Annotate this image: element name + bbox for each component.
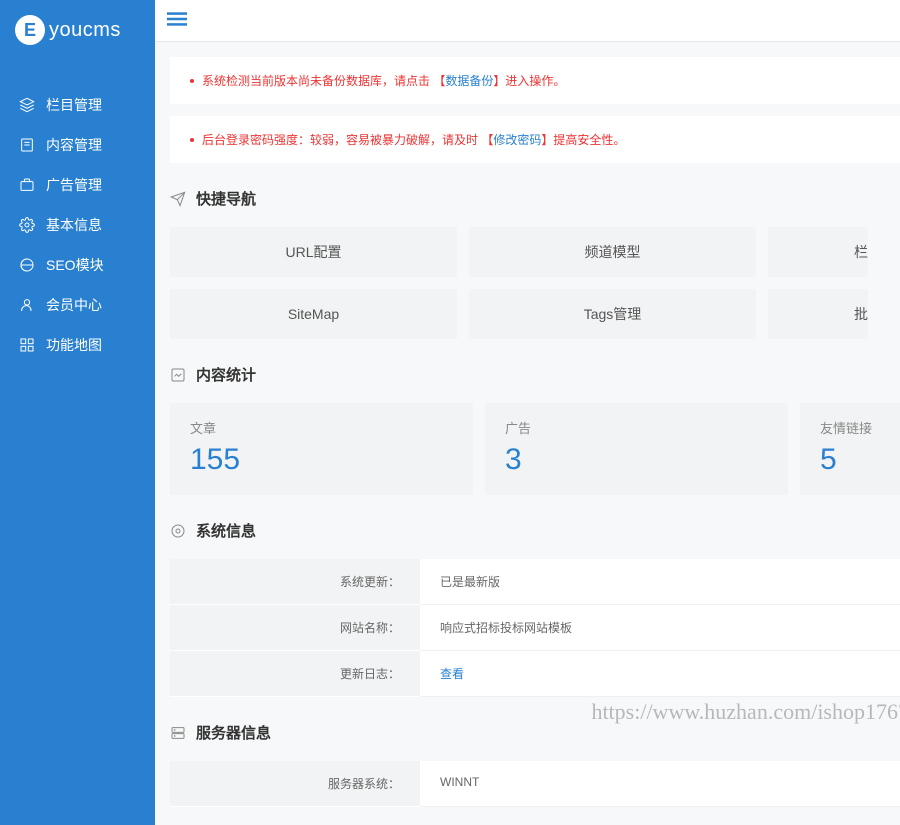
- gear-icon: [18, 217, 36, 233]
- sidebar-item-ads[interactable]: 广告管理: [0, 165, 155, 205]
- nav-label: 栏目管理: [46, 95, 102, 115]
- nav-label: 功能地图: [46, 335, 102, 355]
- quicknav-tags[interactable]: Tags管理: [469, 289, 756, 339]
- user-icon: [18, 297, 36, 313]
- hamburger-icon[interactable]: [167, 9, 187, 32]
- section-quicknav: 快捷导航 URL配置 频道模型 栏 SiteMap Tags管理 批: [170, 188, 900, 339]
- nav-label: 会员中心: [46, 295, 102, 315]
- layers-icon: [18, 97, 36, 113]
- stat-label: 友情链接: [820, 418, 880, 437]
- nav-label: 基本信息: [46, 215, 102, 235]
- sidebar: E youcms 栏目管理 内容管理 广告管理 基本信息: [0, 0, 155, 825]
- brand-name: youcms: [49, 19, 121, 42]
- section-title: 系统信息: [196, 520, 256, 541]
- alert-link-backup[interactable]: 数据备份: [445, 74, 493, 88]
- alert-text: 后台登录密码强度：较弱，容易被暴力破解，请及时 【: [202, 133, 493, 147]
- section-sysinfo: 系统信息 系统更新： 已是最新版 网站名称： 响应式招标投标网站模板 更新日志：…: [170, 520, 900, 697]
- briefcase-icon: [18, 177, 36, 193]
- bullet-icon: [190, 79, 194, 83]
- info-row: 系统更新： 已是最新版: [170, 559, 900, 605]
- info-value: WINNT: [420, 761, 900, 807]
- settings-icon: [170, 522, 188, 540]
- alert-backup: 系统检测当前版本尚未备份数据库，请点击 【数据备份】进入操作。: [170, 57, 900, 104]
- alert-text: 】进入操作。: [493, 74, 565, 88]
- info-label: 系统更新：: [170, 559, 420, 605]
- sidebar-item-members[interactable]: 会员中心: [0, 285, 155, 325]
- sidebar-item-content[interactable]: 内容管理: [0, 125, 155, 165]
- stat-card-ads[interactable]: 广告 3: [485, 403, 788, 495]
- sidebar-item-columns[interactable]: 栏目管理: [0, 85, 155, 125]
- section-title: 快捷导航: [196, 188, 256, 209]
- info-row: 更新日志： 查看: [170, 651, 900, 697]
- target-icon: [18, 257, 36, 273]
- chart-icon: [170, 366, 188, 384]
- stat-label: 广告: [505, 418, 768, 437]
- nav-label: 广告管理: [46, 175, 102, 195]
- info-value: 响应式招标投标网站模板: [420, 605, 900, 651]
- send-icon: [170, 190, 188, 208]
- section-serverinfo: 服务器信息 服务器系统： WINNT: [170, 722, 900, 807]
- info-label: 更新日志：: [170, 651, 420, 697]
- quicknav-sitemap[interactable]: SiteMap: [170, 289, 457, 339]
- nav-label: SEO模块: [46, 255, 104, 275]
- section-title: 内容统计: [196, 364, 256, 385]
- quicknav-item-partial[interactable]: 栏: [768, 227, 868, 277]
- alert-text: 系统检测当前版本尚未备份数据库，请点击 【: [202, 74, 445, 88]
- quicknav-url-config[interactable]: URL配置: [170, 227, 457, 277]
- alert-password: 后台登录密码强度：较弱，容易被暴力破解，请及时 【修改密码】提高安全性。: [170, 116, 900, 163]
- info-label: 服务器系统：: [170, 761, 420, 807]
- info-row: 服务器系统： WINNT: [170, 761, 900, 807]
- stat-value: 155: [190, 443, 453, 477]
- alert-link-password[interactable]: 修改密码: [493, 133, 541, 147]
- grid-icon: [18, 337, 36, 353]
- main-content: 系统检测当前版本尚未备份数据库，请点击 【数据备份】进入操作。 后台登录密码强度…: [155, 0, 900, 825]
- bullet-icon: [190, 138, 194, 142]
- sidebar-nav: 栏目管理 内容管理 广告管理 基本信息 SEO模块 会员中心: [0, 65, 155, 365]
- info-value: 已是最新版: [420, 559, 900, 605]
- server-icon: [170, 724, 188, 742]
- section-title: 服务器信息: [196, 722, 271, 743]
- stat-value: 5: [820, 443, 880, 477]
- stat-value: 3: [505, 443, 768, 477]
- sidebar-item-seo[interactable]: SEO模块: [0, 245, 155, 285]
- stat-card-links[interactable]: 友情链接 5: [800, 403, 900, 495]
- quicknav-item-partial[interactable]: 批: [768, 289, 868, 339]
- brand-logo[interactable]: E youcms: [0, 0, 155, 65]
- topbar: [155, 0, 900, 42]
- file-icon: [18, 137, 36, 153]
- changelog-link[interactable]: 查看: [440, 667, 464, 681]
- quicknav-channel-model[interactable]: 频道模型: [469, 227, 756, 277]
- stat-label: 文章: [190, 418, 453, 437]
- nav-label: 内容管理: [46, 135, 102, 155]
- stat-card-articles[interactable]: 文章 155: [170, 403, 473, 495]
- brand-icon: E: [15, 15, 45, 45]
- info-label: 网站名称：: [170, 605, 420, 651]
- section-stats: 内容统计 文章 155 广告 3 友情链接 5: [170, 364, 900, 495]
- info-row: 网站名称： 响应式招标投标网站模板: [170, 605, 900, 651]
- sidebar-item-sitemap[interactable]: 功能地图: [0, 325, 155, 365]
- alert-text: 】提高安全性。: [541, 133, 625, 147]
- sidebar-item-basic[interactable]: 基本信息: [0, 205, 155, 245]
